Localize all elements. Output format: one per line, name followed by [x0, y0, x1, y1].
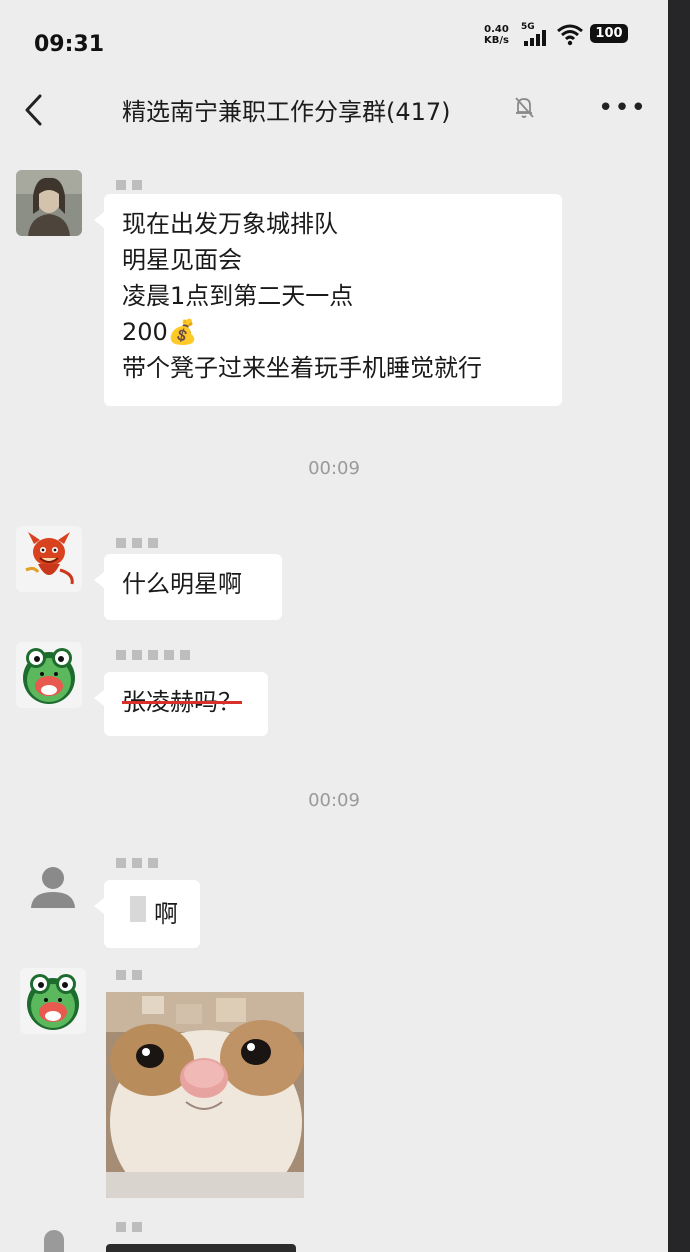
avatar[interactable] — [16, 642, 82, 708]
phone-edge — [668, 0, 690, 1252]
blur-block — [130, 896, 146, 922]
message-text: 啊 — [154, 900, 178, 928]
message-text: 什么明星啊 — [122, 570, 242, 598]
sender-name-blurred — [116, 650, 196, 662]
sender-name-blurred — [116, 1222, 148, 1234]
message-bubble[interactable]: 什么明星啊 — [94, 554, 282, 620]
message-line: 带个凳子过来坐着玩手机睡觉就行 — [122, 354, 482, 382]
sender-name-blurred — [116, 538, 164, 550]
message-line: 明星见面会 — [122, 246, 242, 274]
status-time: 09:31 — [34, 32, 105, 57]
chat-header: 精选南宁兼职工作分享群(417) ••• — [0, 80, 668, 142]
timestamp: 00:09 — [308, 458, 360, 479]
status-bar: 09:31 0.40 KB/s 5G 100 — [0, 0, 668, 80]
avatar[interactable] — [44, 1230, 64, 1252]
wifi-icon — [557, 24, 583, 46]
chat-title: 精选南宁兼职工作分享群(417) — [122, 98, 451, 126]
avatar[interactable] — [16, 170, 82, 236]
next-message-image[interactable] — [106, 1244, 296, 1252]
message-line: 200💰 — [122, 318, 198, 346]
more-options-icon[interactable]: ••• — [598, 95, 647, 121]
mute-bell-icon — [515, 97, 534, 118]
message-bubble[interactable]: 张凌赫吗？ — [94, 672, 268, 736]
avatar[interactable] — [16, 526, 82, 592]
cat-photo-message[interactable] — [106, 992, 304, 1198]
chat-screen: 09:31 0.40 KB/s 5G 100 精选南宁兼职工作分享群(417) … — [0, 0, 668, 1252]
avatar[interactable] — [16, 856, 82, 922]
sender-name-blurred — [116, 970, 148, 982]
message-line: 凌晨1点到第二天一点 — [122, 282, 354, 310]
message-text: 张凌赫吗？ — [122, 688, 242, 716]
message-line: 现在出发万象城排队 — [122, 210, 338, 238]
message-bubble[interactable]: 啊 — [94, 880, 200, 948]
signal-icon — [524, 30, 550, 46]
sender-name-blurred — [116, 858, 164, 870]
timestamp: 00:09 — [308, 790, 360, 811]
battery-indicator: 100 — [590, 24, 628, 43]
network-speed: 0.40 KB/s — [484, 24, 509, 46]
back-arrow-icon[interactable] — [22, 92, 44, 128]
sender-name-blurred — [116, 180, 148, 192]
avatar[interactable] — [20, 968, 86, 1034]
message-bubble[interactable]: 现在出发万象城排队 明星见面会 凌晨1点到第二天一点 200💰 带个凳子过来坐着… — [94, 194, 562, 406]
